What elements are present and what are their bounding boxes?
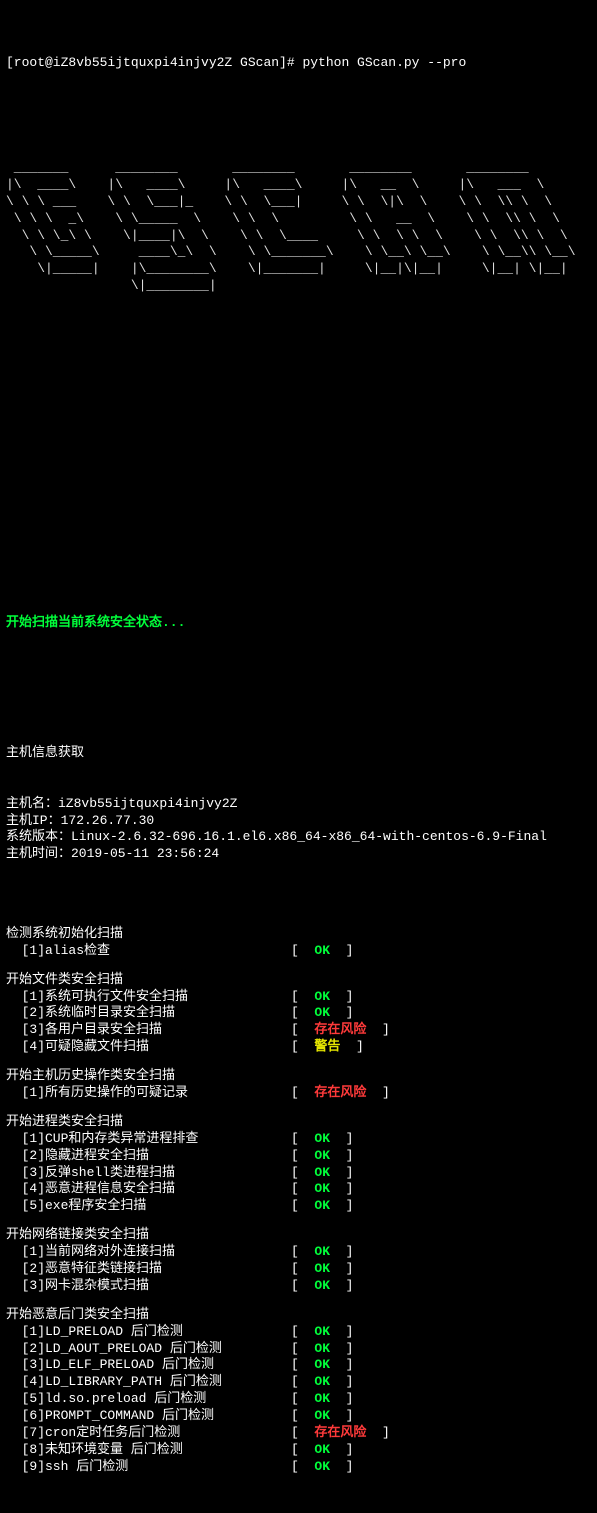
scan-item-row: [1]当前网络对外连接扫描[ OK ] <box>6 1244 591 1261</box>
scan-item-row: [3]反弹shell类进程扫描[ OK ] <box>6 1165 591 1182</box>
scan-item-label: [9]ssh 后门检测 <box>6 1459 291 1476</box>
hostinfo-title: 主机信息获取 <box>6 745 591 762</box>
scan-item-row: [5]ld.so.preload 后门检测[ OK ] <box>6 1391 591 1408</box>
scan-item-result: [ OK ] <box>291 1324 353 1341</box>
scan-item-row: [1]系统可执行文件安全扫描[ OK ] <box>6 989 591 1006</box>
scan-item-row: [2]LD_AOUT_PRELOAD 后门检测[ OK ] <box>6 1341 591 1358</box>
scan-item-label: [3]网卡混杂模式扫描 <box>6 1278 291 1295</box>
scan-item-label: [5]exe程序安全扫描 <box>6 1198 291 1215</box>
scan-item-result: [ OK ] <box>291 1459 353 1476</box>
scan-item-row: [6]PROMPT_COMMAND 后门检测[ OK ] <box>6 1408 591 1425</box>
scan-item-label: [2]隐藏进程安全扫描 <box>6 1148 291 1165</box>
scan-item-label: [2]LD_AOUT_PRELOAD 后门检测 <box>6 1341 291 1358</box>
scan-item-result: [ OK ] <box>291 1391 353 1408</box>
scan-item-result: [ OK ] <box>291 1005 353 1022</box>
scan-item-label: [4]LD_LIBRARY_PATH 后门检测 <box>6 1374 291 1391</box>
scan-sections: 检测系统初始化扫描 [1]alias检查[ OK ]开始文件类安全扫描 [1]系… <box>6 914 591 1476</box>
shell-prompt: [root@iZ8vb55ijtquxpi4injvy2Z GScan]# py… <box>6 55 591 72</box>
section-title: 开始网络链接类安全扫描 <box>6 1227 591 1244</box>
scan-item-row: [3]各用户目录安全扫描[ 存在风险 ] <box>6 1022 591 1039</box>
scan-item-row: [4]恶意进程信息安全扫描[ OK ] <box>6 1181 591 1198</box>
scan-item-row: [2]恶意特征类链接扫描[ OK ] <box>6 1261 591 1278</box>
hostinfo-line: 主机时间：2019-05-11 23:56:24 <box>6 846 591 863</box>
scan-item-label: [4]可疑隐藏文件扫描 <box>6 1039 291 1056</box>
scan-item-row: [1]LD_PRELOAD 后门检测[ OK ] <box>6 1324 591 1341</box>
scan-item-result: [ OK ] <box>291 989 353 1006</box>
hostinfo-block: 主机名：iZ8vb55ijtquxpi4injvy2Z主机IP：172.26.7… <box>6 796 591 864</box>
scan-status-line: 开始扫描当前系统安全状态... <box>6 615 591 632</box>
scan-item-row: [3]网卡混杂模式扫描[ OK ] <box>6 1278 591 1295</box>
scan-item-row: [1]所有历史操作的可疑记录[ 存在风险 ] <box>6 1085 591 1102</box>
scan-item-row: [4]LD_LIBRARY_PATH 后门检测[ OK ] <box>6 1374 591 1391</box>
scan-item-result: [ OK ] <box>291 943 353 960</box>
scan-item-row: [9]ssh 后门检测[ OK ] <box>6 1459 591 1476</box>
hostinfo-line: 主机名：iZ8vb55ijtquxpi4injvy2Z <box>6 796 591 813</box>
scan-item-result: [ OK ] <box>291 1278 353 1295</box>
scan-item-label: [3]各用户目录安全扫描 <box>6 1022 291 1039</box>
scan-item-result: [ OK ] <box>291 1442 353 1459</box>
section-title: 开始文件类安全扫描 <box>6 972 591 989</box>
scan-item-result: [ 存在风险 ] <box>291 1085 390 1102</box>
scan-item-result: [ OK ] <box>291 1244 353 1261</box>
scan-item-result: [ 存在风险 ] <box>291 1425 390 1442</box>
scan-item-result: [ OK ] <box>291 1181 353 1198</box>
section-title: 检测系统初始化扫描 <box>6 926 591 943</box>
ascii-logo: _______ ________ ________ ________ _____… <box>6 160 576 456</box>
scan-item-label: [1]系统可执行文件安全扫描 <box>6 989 291 1006</box>
scan-item-row: [4]可疑隐藏文件扫描[ 警告 ] <box>6 1039 591 1056</box>
scan-item-result: [ OK ] <box>291 1341 353 1358</box>
scan-item-label: [2]恶意特征类链接扫描 <box>6 1261 291 1278</box>
scan-item-result: [ OK ] <box>291 1357 353 1374</box>
scan-item-row: [7]cron定时任务后门检测[ 存在风险 ] <box>6 1425 591 1442</box>
scan-item-label: [7]cron定时任务后门检测 <box>6 1425 291 1442</box>
scan-item-label: [1]alias检查 <box>6 943 291 960</box>
scan-item-result: [ OK ] <box>291 1374 353 1391</box>
scan-item-result: [ OK ] <box>291 1261 353 1278</box>
hostinfo-line: 主机IP：172.26.77.30 <box>6 813 591 830</box>
scan-item-row: [5]exe程序安全扫描[ OK ] <box>6 1198 591 1215</box>
scan-item-result: [ OK ] <box>291 1165 353 1182</box>
scan-item-result: [ 警告 ] <box>291 1039 364 1056</box>
scan-item-label: [1]当前网络对外连接扫描 <box>6 1244 291 1261</box>
scan-item-row: [2]系统临时目录安全扫描[ OK ] <box>6 1005 591 1022</box>
section-title: 开始恶意后门类安全扫描 <box>6 1307 591 1324</box>
scan-item-label: [6]PROMPT_COMMAND 后门检测 <box>6 1408 291 1425</box>
scan-item-row: [1]CUP和内存类异常进程排查[ OK ] <box>6 1131 591 1148</box>
banner: _______ ________ ________ ________ _____… <box>6 160 591 456</box>
banner-meta: {version:v0.1} {author:咚咚呛} http://grayd… <box>576 160 597 456</box>
scan-item-label: [2]系统临时目录安全扫描 <box>6 1005 291 1022</box>
scan-item-row: [2]隐藏进程安全扫描[ OK ] <box>6 1148 591 1165</box>
scan-item-result: [ OK ] <box>291 1408 353 1425</box>
scan-item-row: [3]LD_ELF_PRELOAD 后门检测[ OK ] <box>6 1357 591 1374</box>
section-title: 开始主机历史操作类安全扫描 <box>6 1068 591 1085</box>
scan-item-label: [1]LD_PRELOAD 后门检测 <box>6 1324 291 1341</box>
scan-item-row: [1]alias检查[ OK ] <box>6 943 591 960</box>
scan-item-label: [4]恶意进程信息安全扫描 <box>6 1181 291 1198</box>
scan-item-label: [8]未知环境变量 后门检测 <box>6 1442 291 1459</box>
scan-item-label: [1]所有历史操作的可疑记录 <box>6 1085 291 1102</box>
scan-item-label: [3]反弹shell类进程扫描 <box>6 1165 291 1182</box>
section-title: 开始进程类安全扫描 <box>6 1114 591 1131</box>
scan-item-result: [ OK ] <box>291 1148 353 1165</box>
terminal-output: [root@iZ8vb55ijtquxpi4injvy2Z GScan]# py… <box>0 0 597 1513</box>
scan-item-result: [ OK ] <box>291 1131 353 1148</box>
hostinfo-line: 系统版本：Linux-2.6.32-696.16.1.el6.x86_64-x8… <box>6 829 591 846</box>
scan-item-result: [ 存在风险 ] <box>291 1022 390 1039</box>
scan-item-result: [ OK ] <box>291 1198 353 1215</box>
scan-item-row: [8]未知环境变量 后门检测[ OK ] <box>6 1442 591 1459</box>
scan-item-label: [5]ld.so.preload 后门检测 <box>6 1391 291 1408</box>
scan-item-label: [3]LD_ELF_PRELOAD 后门检测 <box>6 1357 291 1374</box>
scan-item-label: [1]CUP和内存类异常进程排查 <box>6 1131 291 1148</box>
